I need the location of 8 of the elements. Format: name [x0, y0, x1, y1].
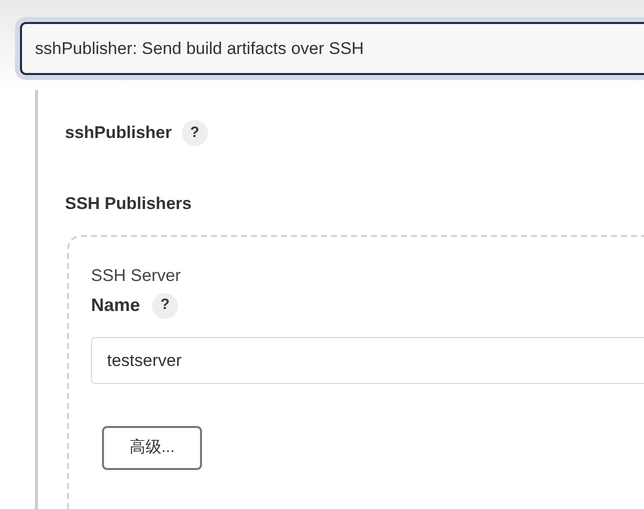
server-heading: SSH Server	[91, 264, 182, 286]
help-icon[interactable]: ?	[152, 292, 178, 318]
name-field[interactable]: testserver	[91, 337, 644, 384]
advanced-button[interactable]: 高级...	[102, 426, 202, 470]
publishers-title: SSH Publishers	[65, 193, 193, 215]
help-icon[interactable]: ?	[182, 120, 208, 146]
name-label: Name	[91, 294, 140, 317]
section-label: sshPublisher	[65, 122, 172, 144]
